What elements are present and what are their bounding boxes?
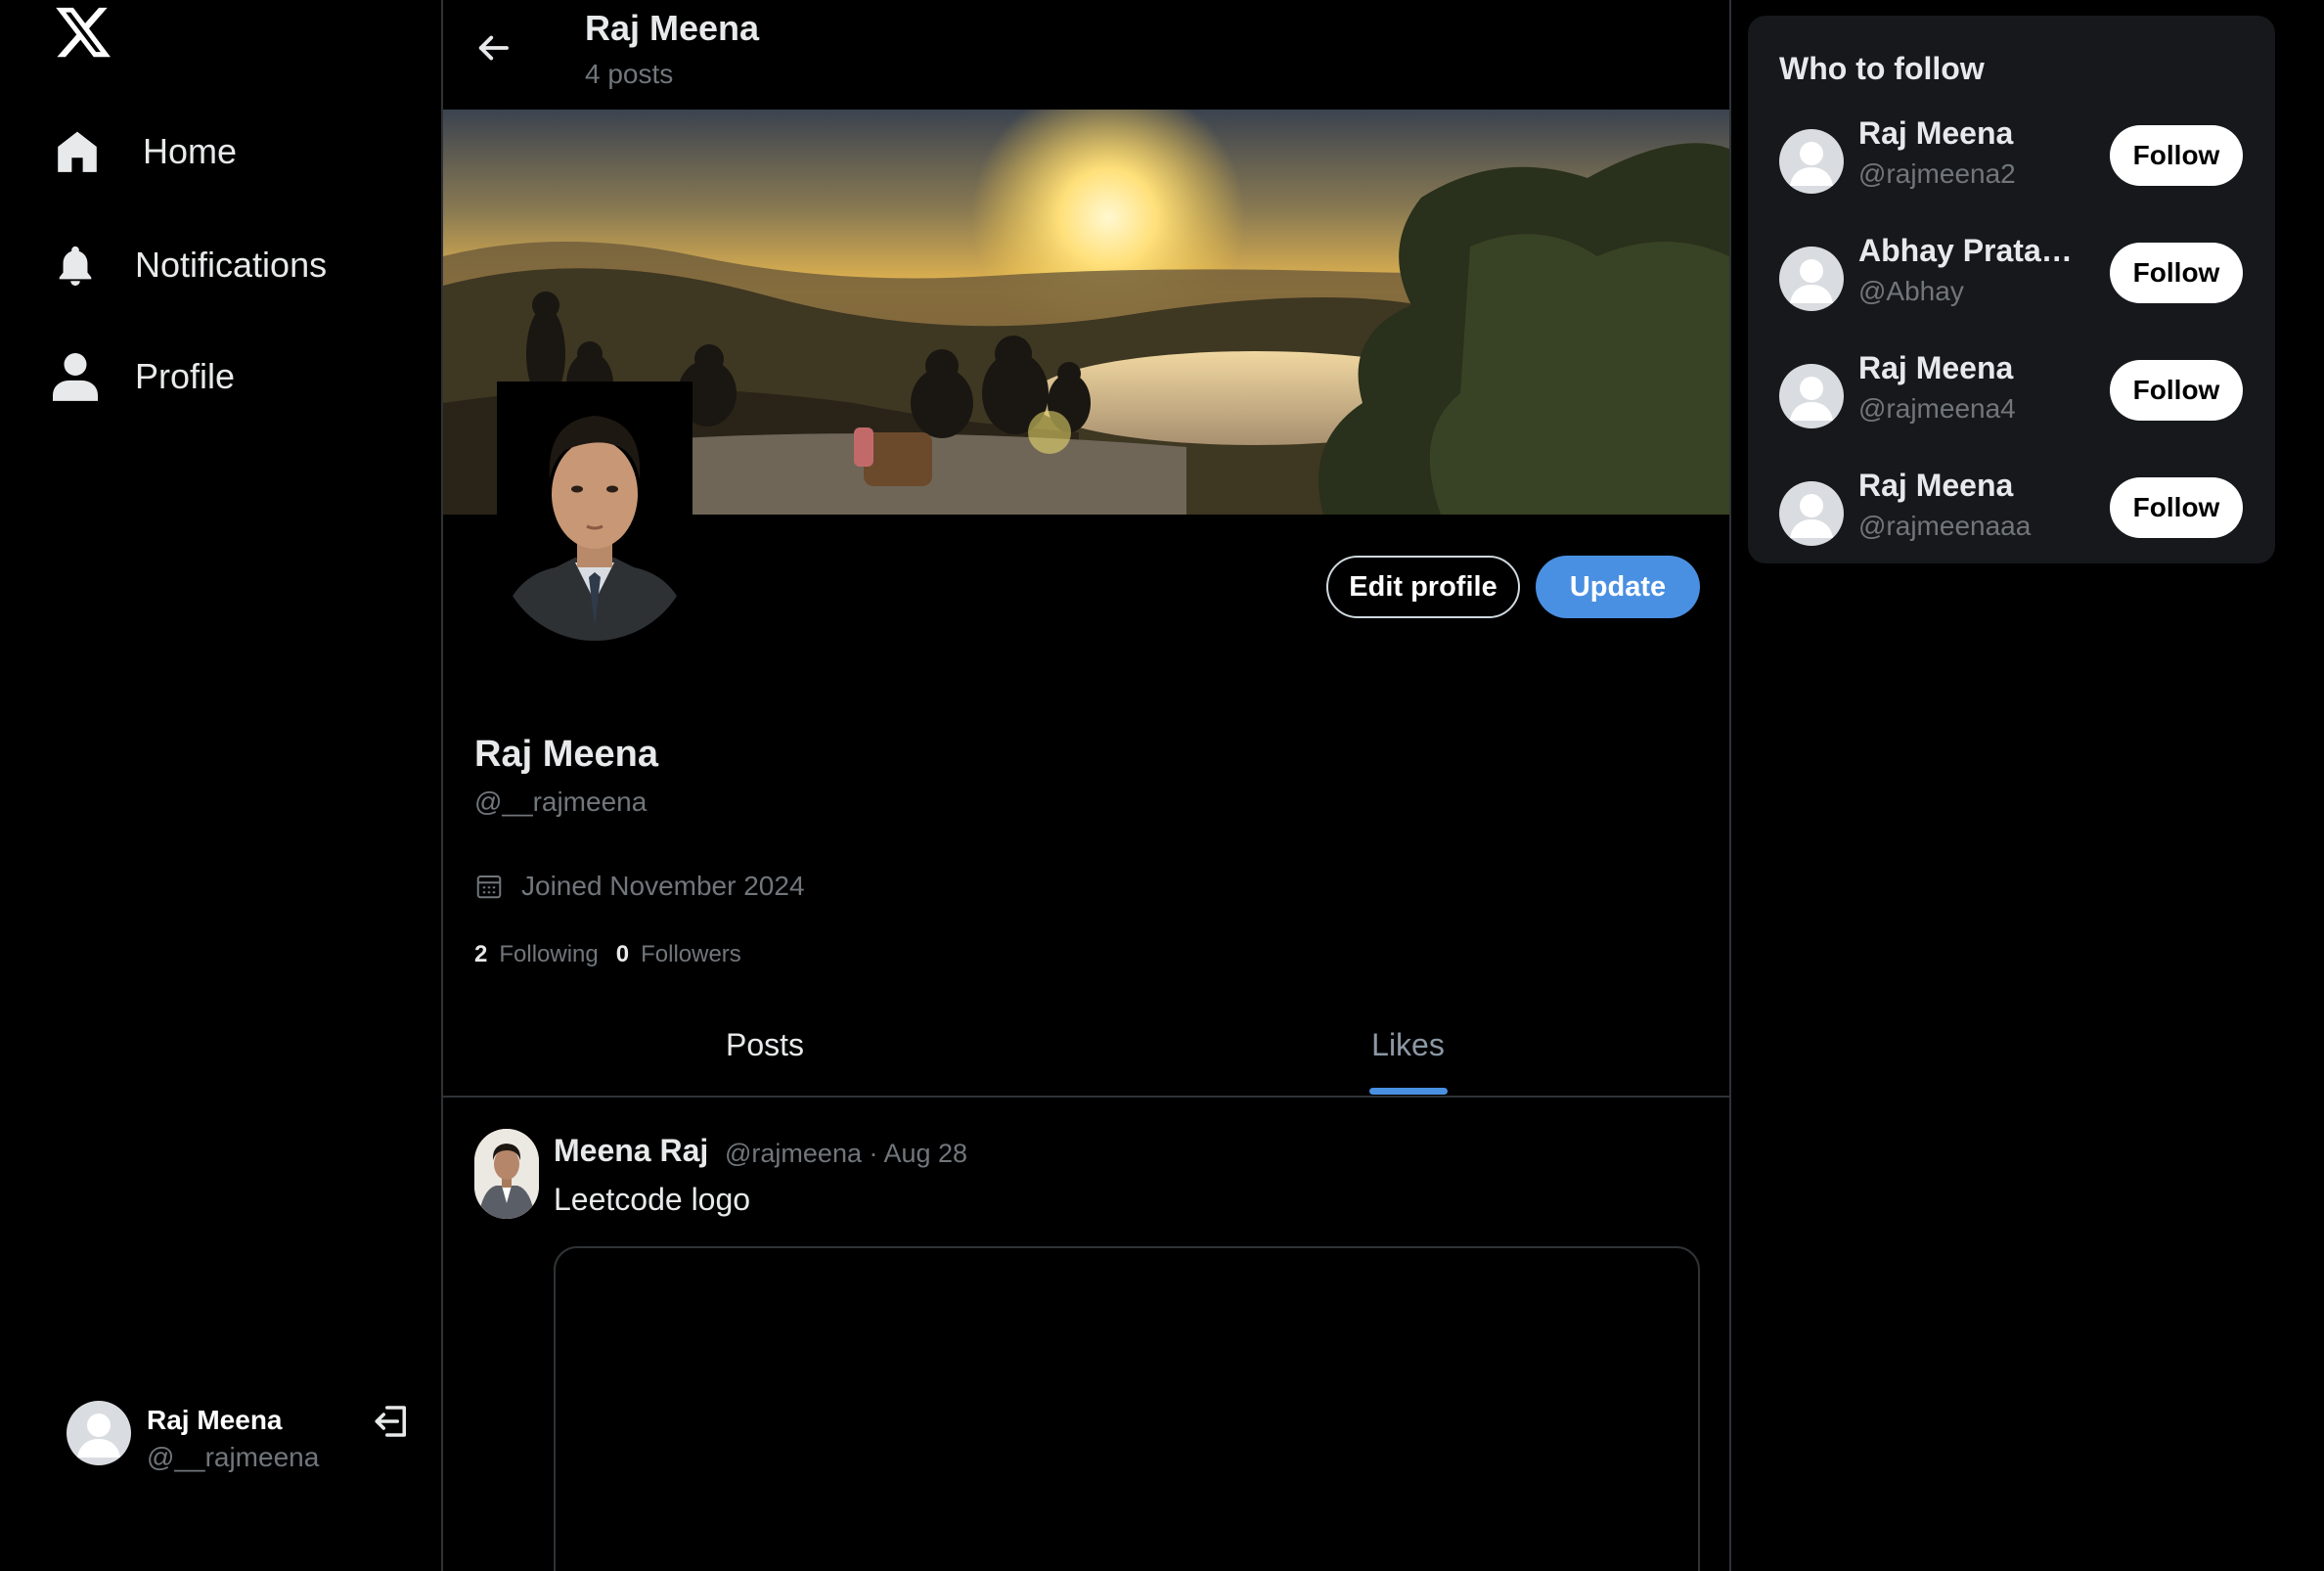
profile-main: Raj Meena 4 posts Edit profile Update Ra… [443, 0, 1731, 1571]
nav-profile[interactable]: Profile [53, 352, 235, 401]
profile-name: Raj Meena [474, 734, 658, 775]
avatar [1779, 481, 1844, 546]
app-root: Home Notifications Profile Raj Meena @__… [0, 0, 2324, 1571]
profile-photo-picture [497, 382, 693, 641]
nav-profile-label: Profile [135, 356, 236, 396]
followers-count: 0 [615, 941, 630, 967]
x-logo-icon[interactable] [53, 2, 113, 63]
joined-date: Joined November 2024 [474, 871, 805, 902]
follow-stats: 2 Following 0 Followers [474, 941, 741, 968]
default-avatar-icon [1790, 142, 1833, 186]
nav-notifications-label: Notifications [135, 245, 328, 285]
default-avatar-icon [1790, 259, 1833, 303]
logout-icon[interactable] [372, 1401, 413, 1442]
current-user-card[interactable]: Raj Meena @__rajmeena [67, 1399, 419, 1472]
profile-tabs: Posts Likes [443, 994, 1729, 1098]
user-icon [53, 353, 98, 401]
post-text: Leetcode logo [554, 1182, 751, 1217]
suggestion-row[interactable]: Abhay Pratap... @Abhay Follow [1748, 233, 2275, 340]
nav-home[interactable]: Home [53, 127, 237, 176]
suggestion-row[interactable]: Raj Meena @rajmeena2 Follow [1748, 115, 2275, 223]
back-arrow-icon[interactable] [472, 27, 514, 68]
post-author-name[interactable]: Meena Raj [554, 1133, 708, 1169]
post-meta: @rajmeena · Aug 28 [725, 1139, 968, 1168]
joined-text: Joined November 2024 [521, 871, 805, 901]
bell-icon [59, 246, 92, 287]
follow-button[interactable]: Follow [2110, 243, 2243, 303]
default-avatar-icon [1790, 377, 1833, 421]
avatar [1779, 364, 1844, 428]
follow-button[interactable]: Follow [2110, 125, 2243, 186]
suggestion-row[interactable]: Raj Meena @rajmeenaaa Follow [1748, 468, 2275, 575]
tab-posts[interactable]: Posts [443, 994, 1087, 1096]
update-button[interactable]: Update [1536, 556, 1700, 618]
post-count: 4 posts [585, 59, 674, 89]
calendar-icon [476, 875, 502, 899]
home-icon [58, 131, 97, 172]
following-link[interactable]: 2 Following [474, 941, 599, 968]
suggestion-handle: @rajmeenaaa [1858, 511, 2032, 541]
followers-label: Followers [641, 941, 741, 967]
nav-home-label: Home [143, 131, 238, 171]
avatar [1779, 247, 1844, 311]
profile-avatar[interactable] [497, 382, 693, 641]
follow-button[interactable]: Follow [2110, 360, 2243, 421]
suggestion-row[interactable]: Raj Meena @rajmeena4 Follow [1748, 350, 2275, 458]
following-label: Following [499, 941, 599, 967]
profile-header: Raj Meena 4 posts [443, 0, 1729, 110]
suggestion-name: Raj Meena [1858, 350, 2014, 385]
following-count: 2 [474, 941, 488, 967]
page-title: Raj Meena [585, 8, 760, 48]
suggestion-handle: @rajmeena4 [1858, 393, 2016, 424]
follow-button[interactable]: Follow [2110, 477, 2243, 538]
default-avatar-icon [77, 1414, 120, 1458]
suggestion-name: Raj Meena [1858, 468, 2014, 503]
current-user-name: Raj Meena [147, 1405, 283, 1435]
suggestion-handle: @Abhay [1858, 276, 1964, 306]
post-media[interactable] [554, 1246, 1700, 1571]
who-to-follow-panel: Who to follow Raj Meena @rajmeena2 Follo… [1748, 16, 2275, 563]
profile-handle: @__rajmeena [474, 786, 648, 817]
default-avatar-icon [1790, 494, 1833, 538]
tab-likes[interactable]: Likes [1087, 994, 1729, 1096]
current-user-handle: @__rajmeena [147, 1442, 320, 1472]
suggestion-name: Raj Meena [1858, 115, 2014, 151]
post-author-photo [474, 1129, 539, 1219]
followers-link[interactable]: 0 Followers [616, 941, 741, 968]
suggestion-handle: @rajmeena2 [1858, 158, 2016, 189]
nav-notifications[interactable]: Notifications [53, 243, 327, 288]
post-author-avatar[interactable] [474, 1129, 539, 1219]
who-to-follow-title: Who to follow [1779, 51, 1985, 86]
edit-profile-button[interactable]: Edit profile [1326, 556, 1520, 618]
avatar [1779, 129, 1844, 194]
avatar [67, 1401, 131, 1465]
left-sidebar: Home Notifications Profile Raj Meena @__… [0, 0, 443, 1571]
active-tab-indicator [1369, 1088, 1448, 1095]
post-item[interactable]: Meena Raj @rajmeena · Aug 28 Leetcode lo… [443, 1100, 1729, 1571]
suggestion-name: Abhay Pratap... [1858, 233, 2083, 268]
